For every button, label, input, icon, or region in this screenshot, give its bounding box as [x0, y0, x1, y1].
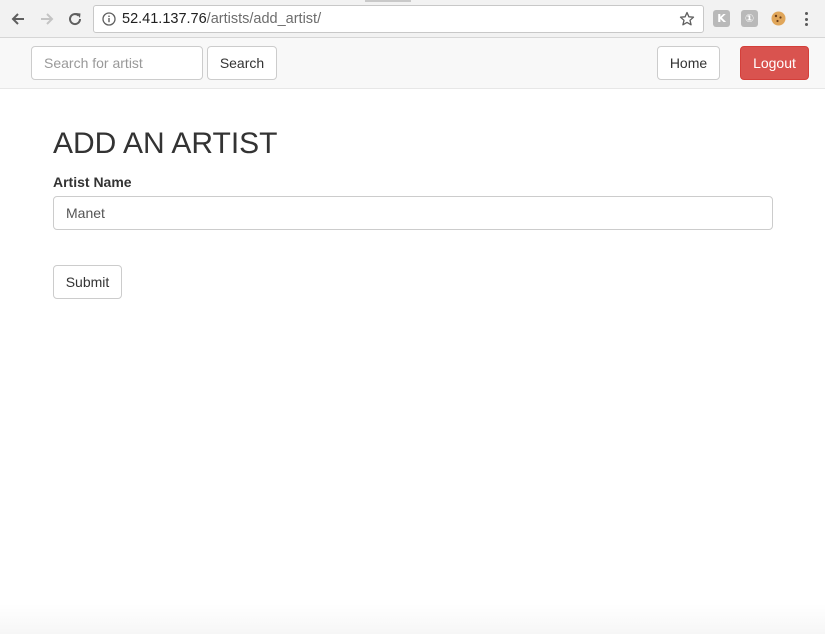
person-extension-icon[interactable]: ①: [741, 10, 758, 27]
site-navbar: Search Home Logout: [0, 38, 825, 89]
search-button[interactable]: Search: [207, 46, 277, 80]
back-button[interactable]: [6, 7, 30, 31]
reload-button[interactable]: [63, 7, 87, 31]
forward-arrow-icon: [41, 13, 54, 25]
artist-name-field[interactable]: [53, 196, 773, 230]
url-host: 52.41.137.76: [122, 11, 207, 27]
k-extension-icon[interactable]: K: [713, 10, 730, 27]
reload-icon: [69, 13, 82, 26]
window-bottom-edge: [0, 604, 825, 634]
logout-button[interactable]: Logout: [740, 46, 809, 80]
submit-button[interactable]: Submit: [53, 265, 122, 299]
back-arrow-icon: [11, 13, 24, 25]
url-path: /artists/add_artist/: [206, 11, 322, 27]
tab-strip-edge: [365, 0, 411, 2]
home-button[interactable]: Home: [657, 46, 720, 80]
bookmark-star-icon[interactable]: [679, 11, 695, 27]
artist-search-input[interactable]: [31, 46, 203, 80]
info-icon[interactable]: [102, 12, 116, 26]
page-title: ADD AN ARTIST: [53, 127, 278, 160]
cookie-icon[interactable]: [770, 10, 787, 27]
browser-toolbar: 52.41.137.76/artists/add_artist/ K ①: [0, 0, 825, 38]
address-bar[interactable]: 52.41.137.76/artists/add_artist/: [93, 5, 704, 33]
kebab-menu-icon[interactable]: [800, 9, 812, 29]
url-text[interactable]: 52.41.137.76/artists/add_artist/: [122, 11, 321, 27]
forward-button[interactable]: [35, 7, 59, 31]
artist-name-label: Artist Name: [53, 174, 132, 190]
